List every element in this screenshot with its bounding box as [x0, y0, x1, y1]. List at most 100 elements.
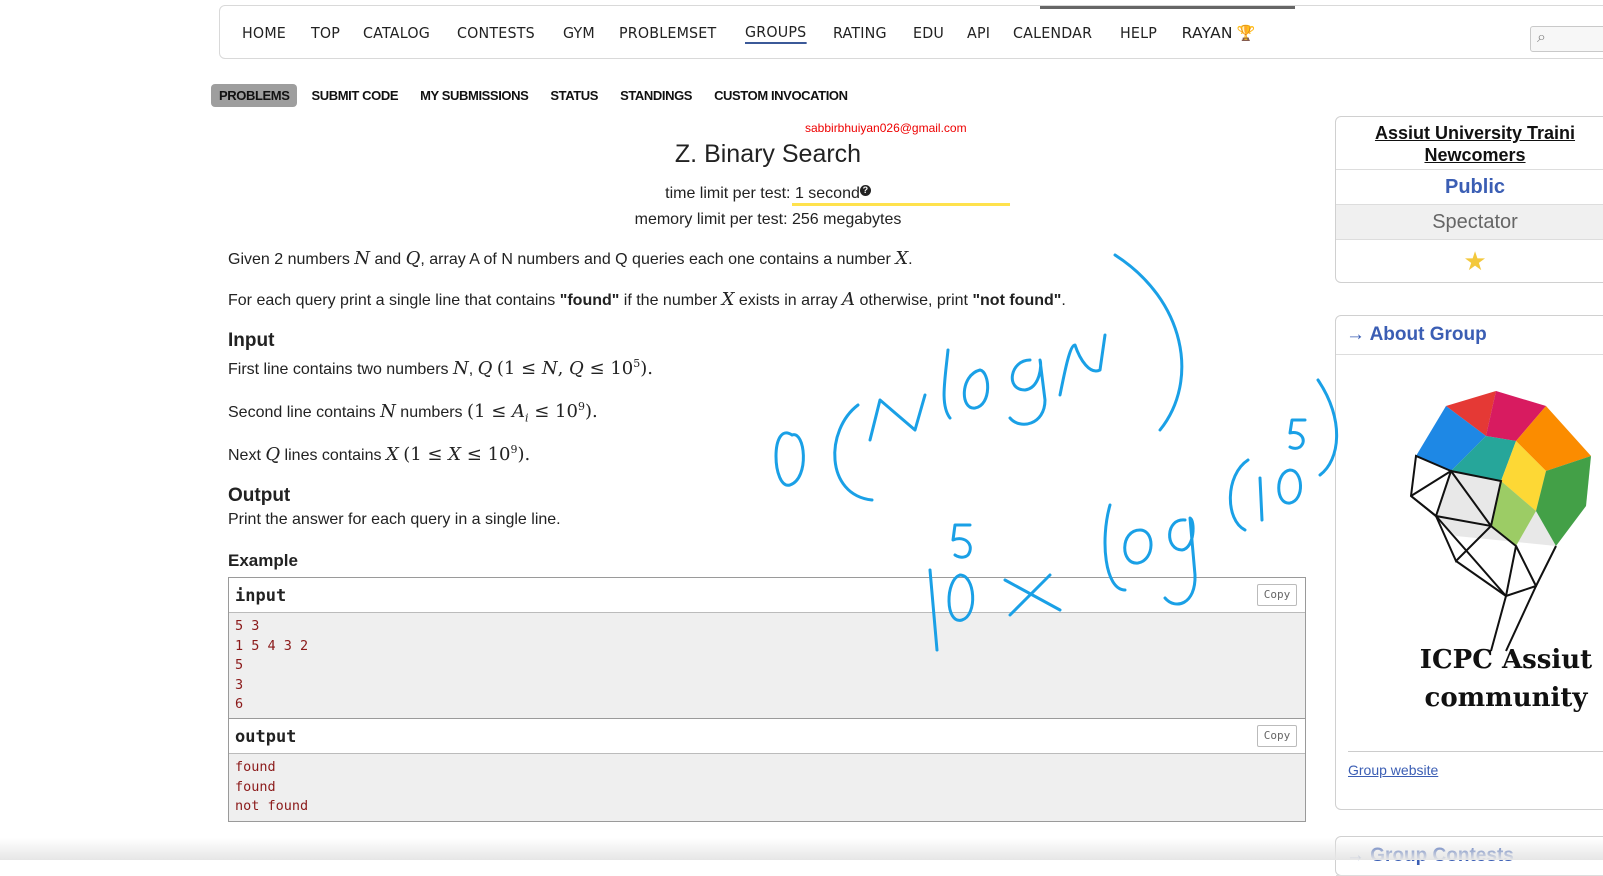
math-n: N [354, 248, 371, 269]
math-x: X [721, 289, 735, 310]
input-line-2: Second line contains N numbers (1 ≤ Ai ≤… [228, 400, 598, 425]
stroke-paren-close [1113, 253, 1184, 432]
statement-text: For each query print a single line that … [228, 292, 560, 309]
copy-input-button[interactable]: Copy [1257, 584, 1297, 606]
math-q: Q [265, 444, 281, 465]
help-icon[interactable]: ? [859, 185, 871, 196]
divider [1348, 751, 1603, 752]
nav-api[interactable]: API [967, 24, 990, 42]
statement-text: Second line contains [228, 404, 381, 421]
stroke-n2 [1058, 333, 1107, 397]
output-heading: Output [228, 485, 291, 506]
stroke-g [1008, 358, 1047, 426]
memory-limit: memory limit per test: 256 megabytes [634, 211, 902, 228]
constraint: (1 ≤ N, Q ≤ 105). [496, 357, 653, 379]
copy-output-button[interactable]: Copy [1257, 725, 1297, 747]
time-limit-label: time limit per test: [665, 185, 795, 202]
input-heading: Input [228, 330, 275, 351]
stroke-o3 [1123, 528, 1153, 565]
stroke-l [942, 348, 952, 420]
input-line: 5 [235, 657, 244, 673]
stroke-one2 [1258, 476, 1264, 522]
group-name-line-2: Newcomers [1424, 145, 1526, 165]
community-line-1: ICPC Assiut [1419, 645, 1593, 675]
math-q: Q [405, 248, 421, 269]
nav-rayan[interactable]: RAYAN [1182, 24, 1233, 42]
constraint: (1 ≤ Ai ≤ 109). [467, 400, 598, 425]
top-navigation-bar: HOME TOP CATALOG CONTESTS GYM PROBLEMSET… [219, 5, 1603, 59]
example-output-content: found found not found [229, 754, 1305, 821]
statement-paragraph-2: For each query print a single line that … [228, 289, 1066, 310]
nav-calendar[interactable]: CALENDAR [1013, 24, 1092, 42]
trophy-icon: 🏆 [1236, 24, 1256, 42]
group-name[interactable]: Assiut University Traini Newcomers [1336, 117, 1603, 169]
math-x: X [385, 444, 399, 465]
group-website-link[interactable]: Group website [1348, 762, 1438, 778]
stroke-five2 [1288, 418, 1307, 450]
time-limit-value: 1 second [794, 185, 860, 202]
nav-problemset[interactable]: PROBLEMSET [619, 24, 716, 42]
tab-standings[interactable]: STANDINGS [612, 84, 700, 107]
stroke-five-top [951, 523, 972, 559]
found-keyword: "found" [559, 292, 620, 309]
example-input-header: input Copy [229, 578, 1305, 613]
nav-top[interactable]: TOP [311, 24, 340, 42]
statement-paragraph-1: Given 2 numbers N and Q, array A of N nu… [228, 248, 913, 269]
arrow-right-icon: → [1346, 324, 1365, 345]
example-input-content: 5 3 1 5 4 3 2 5 3 6 [229, 613, 1305, 719]
about-group-card: → About Group ICPC Assiut community Grou… [1335, 315, 1603, 810]
problem-subnav: PROBLEMS SUBMIT CODE MY SUBMISSIONS STAT… [211, 84, 856, 107]
about-group-header: → About Group [1336, 316, 1603, 355]
main-menu: HOME TOP CATALOG CONTESTS GYM PROBLEMSET… [242, 6, 1255, 60]
highlight-underline [792, 203, 1010, 206]
example-input-box: input Copy 5 3 1 5 4 3 2 5 3 6 [228, 577, 1306, 720]
statement-text: Next [228, 447, 266, 464]
nav-rating[interactable]: RATING [833, 24, 887, 42]
input-line: 5 3 [235, 618, 260, 634]
group-role: Spectator [1336, 204, 1603, 239]
stroke-paren-close2 [1316, 378, 1339, 477]
statement-text: Given 2 numbers [228, 251, 355, 268]
example-output-header: output Copy [229, 719, 1305, 754]
example-heading: Example [228, 551, 298, 570]
tab-status[interactable]: STATUS [542, 84, 606, 107]
nav-home[interactable]: HOME [242, 24, 286, 42]
statement-text: First line contains two numbers [228, 361, 453, 378]
statement-text: exists in array [734, 292, 843, 309]
input-line: 3 [235, 676, 244, 693]
output-line: found [235, 778, 276, 795]
search-icon: ⌕ [1537, 29, 1546, 46]
favourite-row: ★ [1336, 239, 1603, 282]
problem-title: Z. Binary Search [674, 140, 862, 168]
group-info-card: Assiut University Traini Newcomers Publi… [1335, 116, 1603, 283]
output-line: not found [235, 798, 309, 814]
statement-text: , array A of N numbers and Q queries eac… [420, 251, 896, 268]
math-q: Q [477, 358, 493, 379]
tab-problems[interactable]: PROBLEMS [211, 84, 298, 107]
example-input-title: input [235, 586, 287, 606]
stroke-o [774, 431, 805, 487]
tab-my-submissions[interactable]: MY SUBMISSIONS [412, 84, 536, 107]
example-output-box: output Copy found found not found [228, 718, 1306, 822]
nav-contests[interactable]: CONTESTS [457, 24, 535, 42]
math-n-q: N [452, 358, 469, 379]
nav-groups[interactable]: GROUPS [745, 23, 807, 44]
nav-rayan-wrap[interactable]: RAYAN 🏆 [1182, 24, 1256, 43]
nav-gym[interactable]: GYM [563, 24, 595, 42]
tab-submit-code[interactable]: SUBMIT CODE [303, 84, 406, 107]
nav-help[interactable]: HELP [1120, 24, 1157, 42]
nav-catalog[interactable]: CATALOG [363, 24, 430, 42]
statement-text: lines contains [280, 447, 386, 464]
nav-edu[interactable]: EDU [913, 24, 944, 42]
search-input[interactable]: ⌕ [1530, 26, 1603, 52]
input-line-1: First line contains two numbers N, Q (1 … [228, 357, 653, 379]
statement-text: otherwise, print [855, 292, 973, 309]
not-found-keyword: "not found" [972, 292, 1062, 309]
input-line: 6 [235, 696, 244, 712]
group-name-line-1: Assiut University Traini [1374, 123, 1576, 143]
star-icon[interactable]: ★ [1463, 246, 1486, 276]
icpc-brain-logo [1409, 391, 1591, 652]
community-name: ICPC Assiut community [1396, 641, 1603, 717]
tab-custom-invocation[interactable]: CUSTOM INVOCATION [706, 84, 856, 107]
stroke-paren-open [833, 403, 874, 502]
